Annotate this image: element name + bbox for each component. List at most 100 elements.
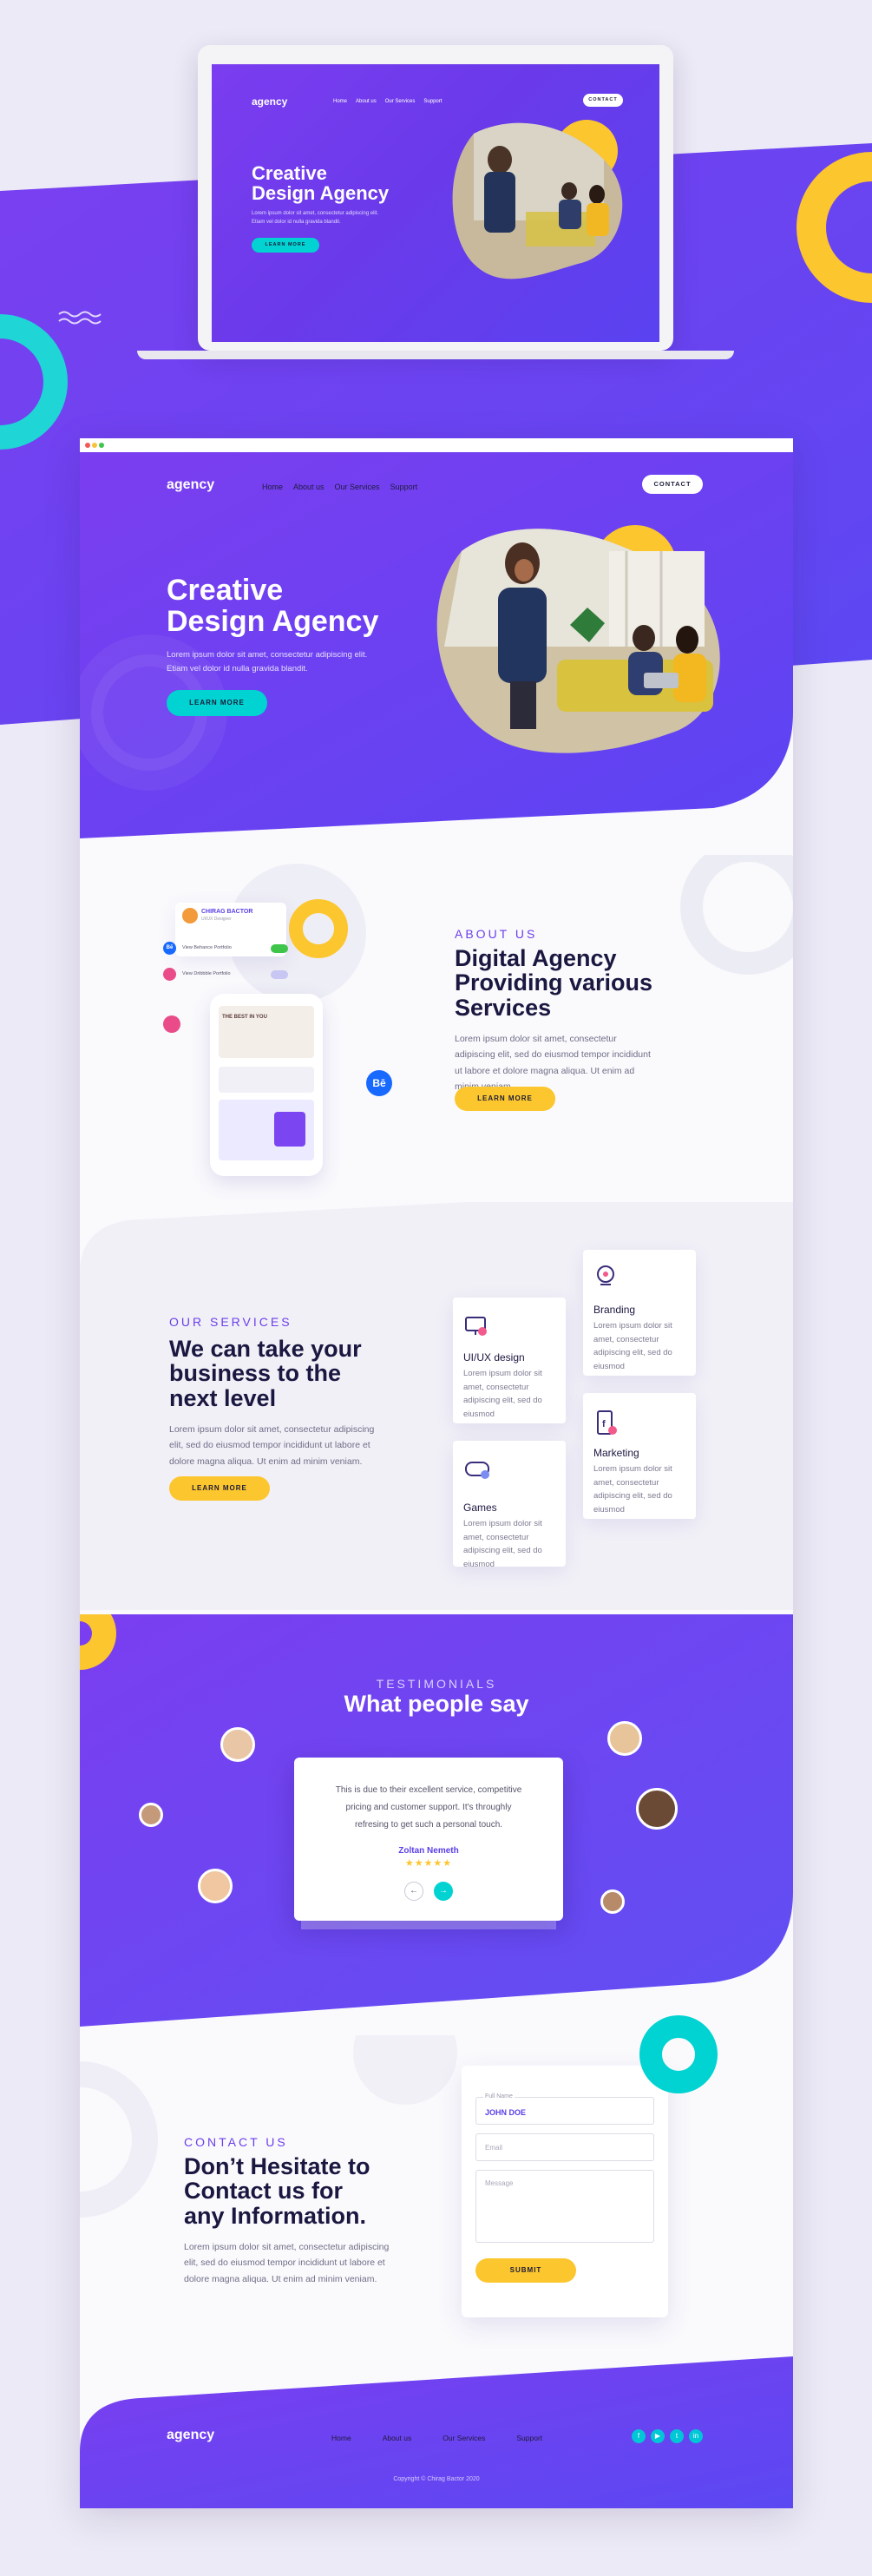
laptop-text-line2: Etiam vel dolor id nulla gravida blandit… — [252, 219, 341, 225]
rating-stars: ★★★★★ — [404, 1858, 453, 1869]
contact-eyebrow: CONTACT US — [184, 2135, 288, 2149]
hero-text-line2: Etiam vel dolor id nulla gravida blandit… — [167, 664, 308, 674]
cyan-ring-icon — [639, 2015, 718, 2093]
page-frame: agency Home About us Our Services Suppor… — [80, 438, 793, 2508]
laptop-contact-button[interactable]: CONTACT — [583, 94, 623, 107]
laptop-learn-more-button[interactable]: LEARN MORE — [252, 238, 319, 253]
phone-mockup: THE BEST IN YOU — [210, 994, 323, 1176]
badge-icon — [597, 1265, 614, 1285]
facebook-icon[interactable]: f — [632, 2429, 646, 2443]
contact-title-line3: any Information. — [184, 2202, 367, 2229]
nav-home[interactable]: Home — [262, 483, 283, 491]
laptop-nav-home[interactable]: Home — [333, 99, 347, 104]
nav-about[interactable]: About us — [293, 483, 325, 491]
laptop-title-line2: Design Agency — [252, 182, 390, 205]
service-card-title: Marketing — [593, 1447, 639, 1459]
service-card-marketing[interactable]: f Marketing Lorem ipsum dolor sit amet, … — [583, 1393, 696, 1519]
service-card-branding[interactable]: Branding Lorem ipsum dolor sit amet, con… — [583, 1250, 696, 1376]
service-card-games[interactable]: Games Lorem ipsum dolor sit amet, consec… — [453, 1441, 566, 1569]
laptop-screen: agency Home About us Our Services Suppor… — [212, 64, 659, 342]
avatar — [198, 1869, 233, 1903]
testimonials-title: What people say — [344, 1691, 529, 1717]
profile-role: UI/UX Designer — [201, 917, 232, 922]
brand-logo[interactable]: agency — [167, 477, 214, 493]
footer-link-home[interactable]: Home — [331, 2434, 351, 2442]
laptop-nav-support[interactable]: Support — [423, 99, 442, 104]
footer-link-support[interactable]: Support — [516, 2434, 542, 2442]
dribbble-row-label[interactable]: View Dribbble Portfolio — [182, 971, 231, 976]
close-dot-icon[interactable] — [85, 443, 90, 448]
svg-text:f: f — [602, 1419, 606, 1429]
service-card-text: Lorem ipsum dolor sit amet, consectetur … — [593, 1321, 672, 1372]
behance-toggle[interactable] — [271, 944, 288, 953]
service-card-title: UI/UX design — [463, 1351, 525, 1364]
laptop-brand[interactable]: agency — [252, 95, 287, 108]
contact-form: Full Name JOHN DOE Email Message SUBMIT — [462, 2066, 668, 2317]
avatar — [607, 1721, 642, 1756]
laptop-nav-about[interactable]: About us — [356, 99, 377, 104]
services-learn-more-button[interactable]: LEARN MORE — [169, 1476, 270, 1501]
hero-photo — [436, 525, 720, 753]
avatar — [220, 1727, 255, 1762]
facebook-phone-icon: f — [597, 1410, 617, 1435]
fullname-label: Full Name — [483, 2093, 515, 2100]
email-field[interactable]: Email — [475, 2133, 654, 2161]
maximize-dot-icon[interactable] — [99, 443, 104, 448]
testimonial-author: Zoltan Nemeth — [398, 1846, 459, 1856]
about-eyebrow: ABOUT US — [455, 927, 538, 941]
hero-text-line1: Lorem ipsum dolor sit amet, consectetur … — [167, 650, 368, 660]
about-title-line2: Providing various — [455, 969, 653, 996]
testimonials-eyebrow: TESTIMONIALS — [376, 1677, 497, 1691]
services-title-line1: We can take your — [169, 1336, 362, 1362]
phone-hero-tile — [219, 1006, 314, 1058]
dribbble-ball-icon — [163, 1015, 180, 1033]
minimize-dot-icon[interactable] — [92, 443, 97, 448]
fullname-field[interactable]: Full Name JOHN DOE — [475, 2093, 654, 2125]
services-eyebrow: OUR SERVICES — [169, 1315, 292, 1329]
behance-icon: Bē — [163, 942, 176, 955]
behance-large-icon: Bē — [366, 1070, 392, 1096]
footer-link-services[interactable]: Our Services — [443, 2434, 485, 2442]
hero-title-line2: Design Agency — [167, 604, 379, 638]
avatar — [600, 1889, 625, 1914]
behance-row-label[interactable]: View Behance Portfolio — [182, 945, 232, 950]
nav-support[interactable]: Support — [390, 483, 418, 491]
laptop-base — [137, 351, 734, 359]
contact-button[interactable]: CONTACT — [642, 475, 703, 494]
message-placeholder: Message — [485, 2179, 514, 2187]
nav-services[interactable]: Our Services — [335, 483, 380, 491]
copyright-text: Copyright © Chirag Bactor 2020 — [393, 2476, 480, 2482]
youtube-icon[interactable]: ▶ — [651, 2429, 665, 2443]
footer-link-about[interactable]: About us — [383, 2434, 412, 2442]
about-text: Lorem ipsum dolor sit amet, consectetur … — [455, 1034, 651, 1092]
services-title-line2: business to the — [169, 1360, 342, 1387]
laptop-hero-photo — [452, 120, 623, 279]
quote-line1: This is due to their excellent service, … — [335, 1785, 522, 1795]
footer-brand[interactable]: agency — [167, 2428, 214, 2443]
services-title-line3: next level — [169, 1384, 277, 1411]
next-arrow-button[interactable]: → — [434, 1882, 453, 1901]
phone-headline: THE BEST IN YOU — [222, 1015, 267, 1020]
avatar — [636, 1788, 678, 1830]
laptop-text-line1: Lorem ipsum dolor sit amet, consectetur … — [252, 211, 379, 216]
laptop-nav-services[interactable]: Our Services — [385, 99, 416, 104]
about-learn-more-button[interactable]: LEARN MORE — [455, 1087, 555, 1111]
hero-title-line1: Creative — [167, 574, 284, 607]
laptop-frame: agency Home About us Our Services Suppor… — [137, 45, 734, 359]
twitter-icon[interactable]: t — [670, 2429, 684, 2443]
monitor-icon — [465, 1317, 487, 1336]
service-card-uiux[interactable]: UI/UX design Lorem ipsum dolor sit amet,… — [453, 1298, 566, 1423]
submit-button[interactable]: SUBMIT — [475, 2258, 576, 2283]
message-field[interactable]: Message — [475, 2170, 654, 2243]
testimonial-card: This is due to their excellent service, … — [294, 1758, 563, 1921]
services-text: Lorem ipsum dolor sit amet, consectetur … — [169, 1424, 375, 1467]
gamepad-icon — [465, 1462, 489, 1479]
dribbble-toggle[interactable] — [271, 970, 288, 979]
service-card-text: Lorem ipsum dolor sit amet, consectetur … — [593, 1464, 672, 1515]
linkedin-icon[interactable]: in — [689, 2429, 703, 2443]
contact-text: Lorem ipsum dolor sit amet, consectetur … — [184, 2242, 390, 2284]
hero-learn-more-button[interactable]: LEARN MORE — [167, 690, 267, 716]
prev-arrow-button[interactable]: ← — [404, 1882, 423, 1901]
footer-nav: Home About us Our Services Support — [331, 2434, 542, 2442]
service-card-text: Lorem ipsum dolor sit amet, consectetur … — [463, 1369, 542, 1420]
